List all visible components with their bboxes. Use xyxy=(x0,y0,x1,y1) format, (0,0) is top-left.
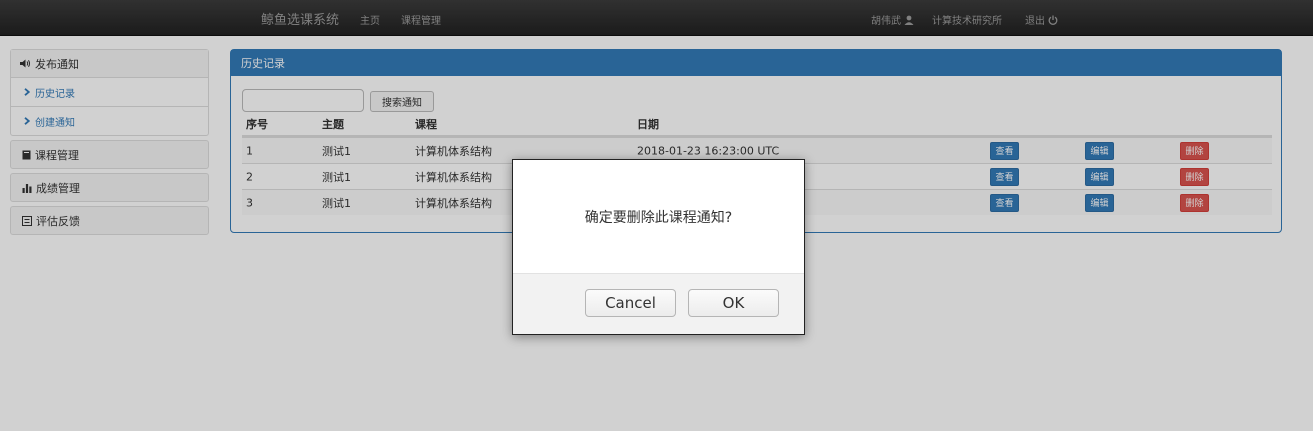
dialog-footer: Cancel OK xyxy=(513,273,804,334)
ok-button[interactable]: OK xyxy=(688,289,779,317)
cancel-button[interactable]: Cancel xyxy=(585,289,676,317)
dialog-message: 确定要删除此课程通知? xyxy=(584,209,733,226)
confirm-dialog: 确定要删除此课程通知? Cancel OK xyxy=(512,159,805,335)
